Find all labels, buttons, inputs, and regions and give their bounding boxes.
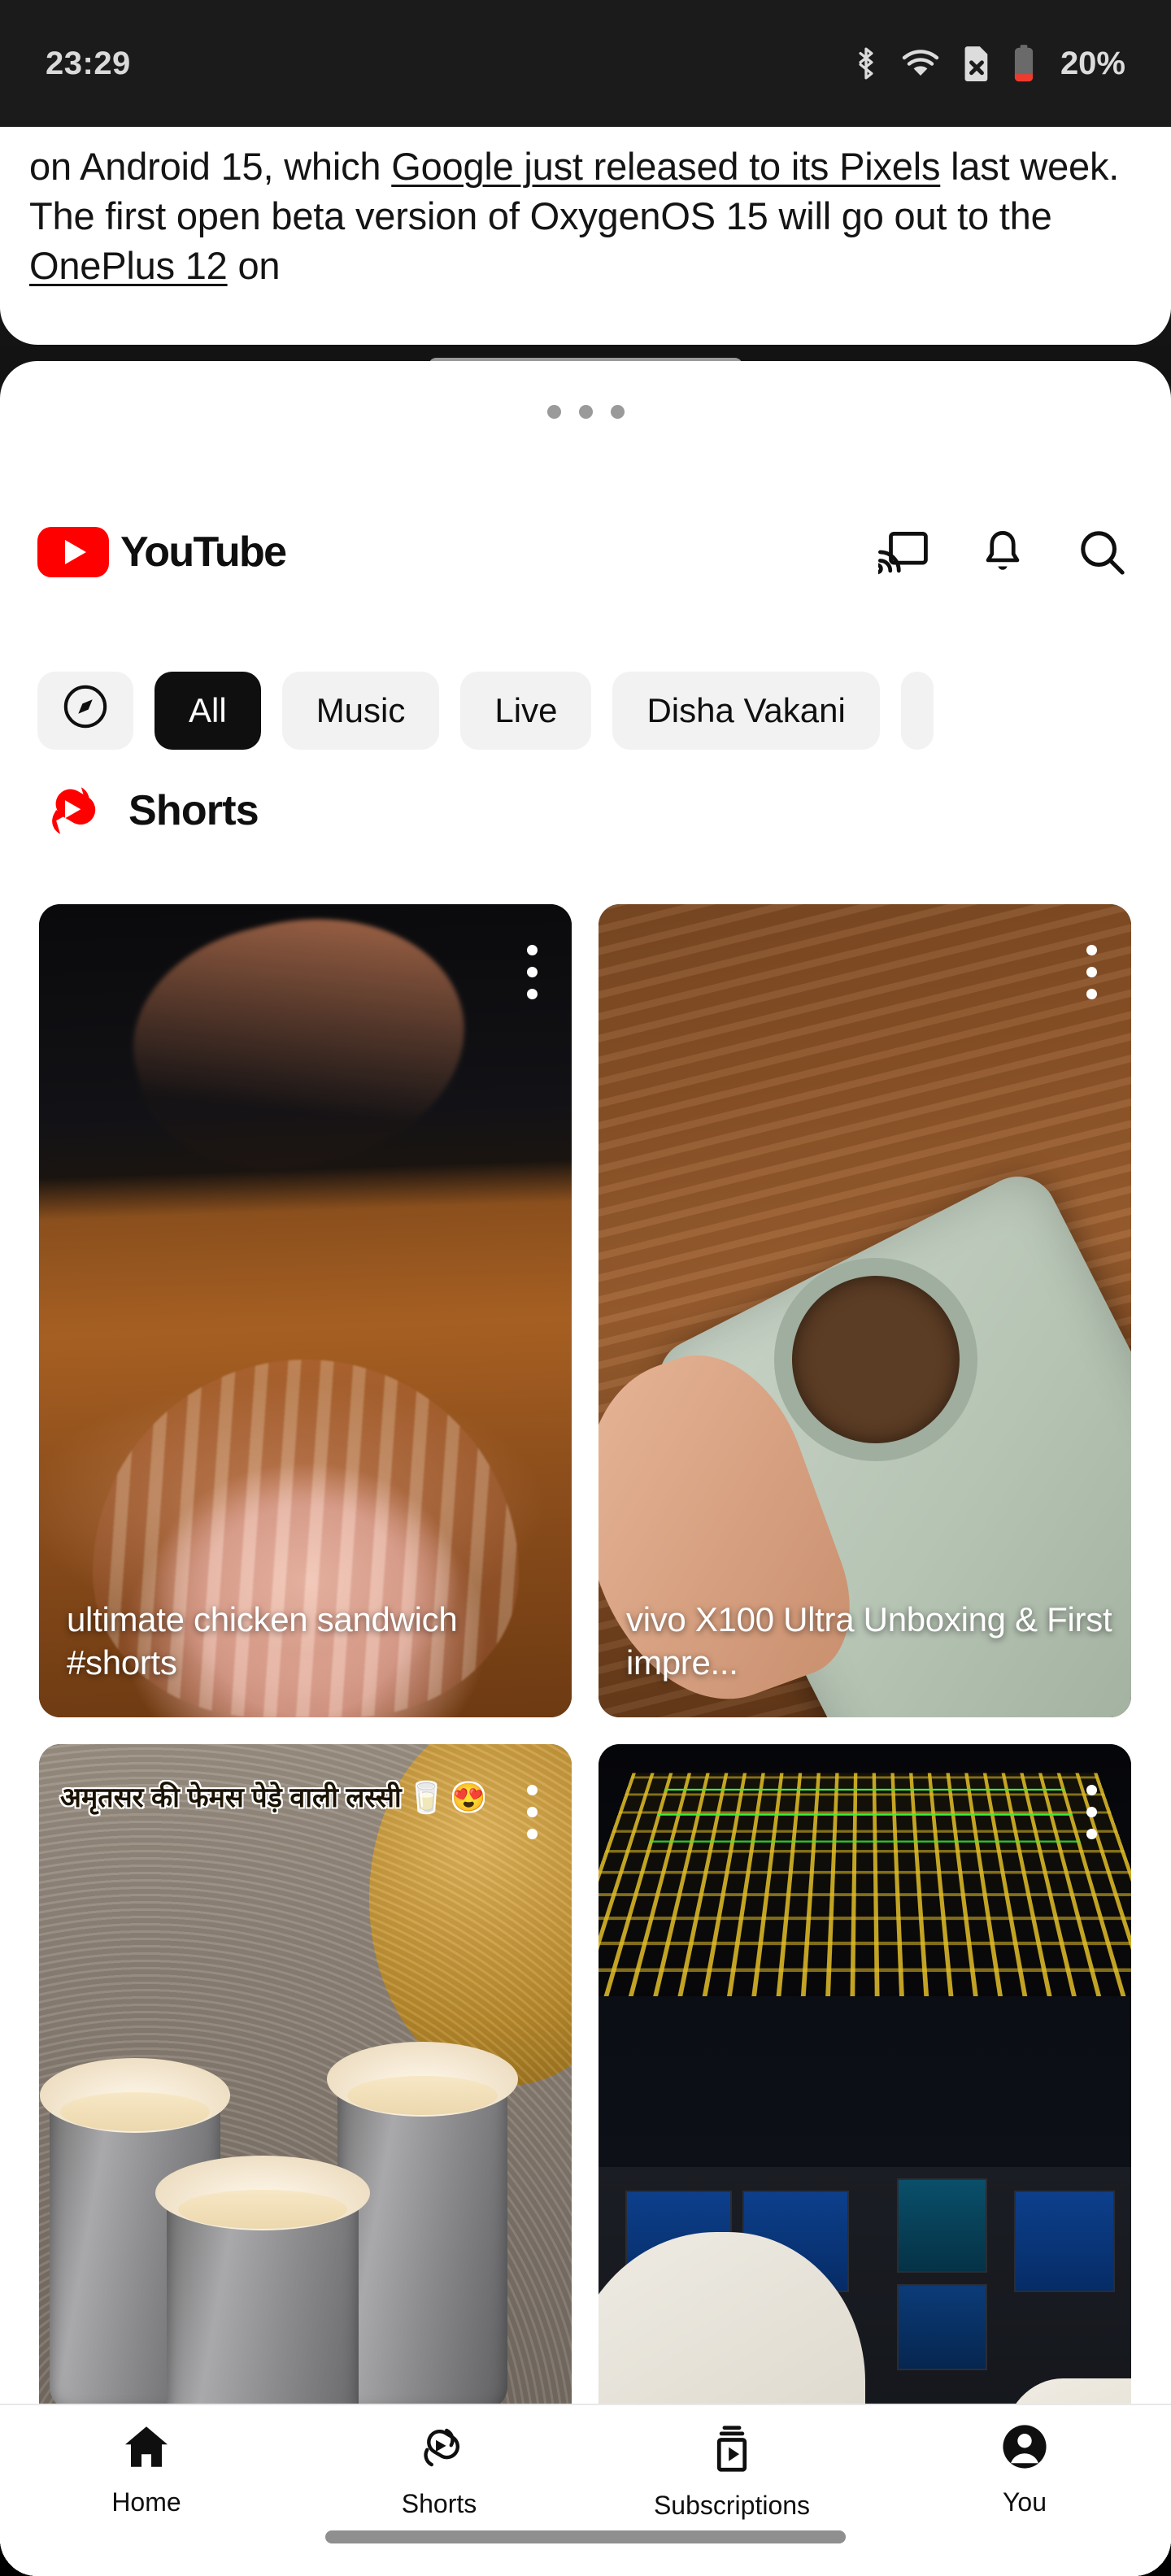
shorts-grid: ultimate chicken sandwich #shorts vivo X… — [39, 904, 1132, 2557]
short-title: vivo X100 Ultra Unboxing & First impre..… — [626, 1599, 1113, 1685]
nav-item-you[interactable]: You — [878, 2423, 1171, 2517]
nav-item-subscriptions[interactable]: Subscriptions — [586, 2423, 878, 2521]
wifi-icon — [901, 47, 940, 80]
chip-next-partial[interactable] — [901, 672, 934, 750]
article-app-pane[interactable]: on Android 15, which Google just release… — [0, 127, 1171, 345]
drag-dot — [579, 405, 593, 419]
chip-music[interactable]: Music — [282, 672, 440, 750]
more-options-icon[interactable] — [1086, 1785, 1097, 1839]
short-card[interactable]: vivo X100 Ultra Unboxing & First impre..… — [599, 904, 1131, 1717]
more-options-icon[interactable] — [527, 945, 538, 999]
youtube-logo[interactable]: YouTube — [37, 527, 286, 577]
drag-dot — [611, 405, 625, 419]
search-icon[interactable] — [1073, 524, 1130, 581]
youtube-app-pane[interactable]: YouTube All Music Live Disha Vakani Shor… — [0, 361, 1171, 2576]
status-bar-clock: 23:29 — [46, 46, 131, 82]
status-bar-icons: 20% — [852, 44, 1125, 83]
short-thumbnail — [39, 904, 572, 1717]
short-title: ultimate chicken sandwich #shorts — [67, 1599, 554, 1685]
account-avatar-icon — [1001, 2423, 1048, 2474]
chip-all[interactable]: All — [155, 672, 261, 750]
app-drag-dots[interactable] — [0, 405, 1171, 419]
nav-item-shorts[interactable]: Shorts — [293, 2423, 586, 2519]
youtube-header-actions — [875, 524, 1130, 581]
bluetooth-icon — [852, 46, 880, 81]
bottom-navigation-bar: Home Shorts Subscriptions You — [0, 2404, 1171, 2576]
no-sim-icon — [961, 45, 992, 82]
short-thumbnail — [599, 904, 1131, 1717]
short-card[interactable]: ultimate chicken sandwich #shorts — [39, 904, 572, 1717]
status-bar: 23:29 20% — [0, 0, 1171, 127]
article-text-run: on — [228, 244, 281, 287]
nav-item-home[interactable]: Home — [0, 2423, 293, 2517]
drag-dot — [547, 405, 561, 419]
bell-icon[interactable] — [974, 524, 1031, 581]
cast-icon[interactable] — [875, 524, 932, 581]
article-link[interactable]: OnePlus 12 — [29, 244, 228, 287]
subscriptions-icon — [708, 2423, 755, 2478]
system-gesture-bar[interactable] — [325, 2530, 846, 2543]
chip-explore[interactable] — [37, 672, 133, 750]
article-paragraph: on Android 15, which Google just release… — [0, 127, 1171, 290]
nav-label-subscriptions: Subscriptions — [654, 2491, 810, 2521]
more-options-icon[interactable] — [527, 1785, 538, 1839]
chip-live[interactable]: Live — [460, 672, 591, 750]
shorts-section-title: Shorts — [128, 786, 259, 835]
filter-chips-row[interactable]: All Music Live Disha Vakani — [0, 662, 1171, 759]
nav-label-you: You — [1003, 2487, 1047, 2517]
battery-icon — [1013, 44, 1034, 83]
battery-percentage-label: 20% — [1060, 46, 1125, 82]
article-link[interactable]: Google just released to its Pixels — [391, 145, 940, 188]
shorts-logo-icon — [37, 777, 104, 844]
home-icon — [122, 2423, 171, 2474]
explore-compass-icon — [62, 683, 109, 738]
youtube-logo-text: YouTube — [120, 528, 286, 577]
article-text-run: on Android 15, which — [29, 145, 391, 188]
nav-label-home: Home — [111, 2487, 181, 2517]
shorts-icon — [415, 2423, 464, 2476]
short-overlay-caption: अमृतसर की फेमस पेड़े वाली लस्सी 🥛 😍 — [60, 1782, 544, 1815]
youtube-play-icon — [37, 527, 109, 577]
shorts-section-header: Shorts — [37, 777, 259, 844]
nav-label-shorts: Shorts — [402, 2489, 477, 2519]
chip-disha-vakani[interactable]: Disha Vakani — [612, 672, 879, 750]
youtube-header: YouTube — [0, 491, 1171, 613]
more-options-icon[interactable] — [1086, 945, 1097, 999]
